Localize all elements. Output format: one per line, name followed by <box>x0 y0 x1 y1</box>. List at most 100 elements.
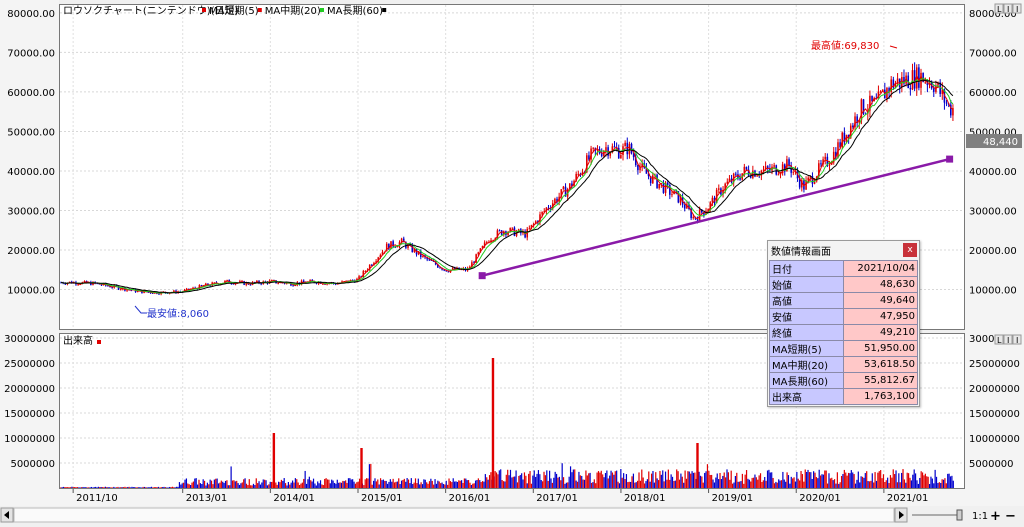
volume-bar <box>803 481 805 488</box>
volume-bar <box>678 479 681 488</box>
horizontal-scrollbar[interactable] <box>13 507 895 523</box>
volume-bar <box>919 477 921 488</box>
volume-bar <box>328 479 330 488</box>
volume-bar <box>477 478 479 488</box>
volume-bar <box>224 480 227 488</box>
volume-bar <box>291 480 294 488</box>
info-row-value: 2021/10/04 <box>843 260 918 277</box>
zoom-out-button[interactable]: − <box>1005 509 1016 524</box>
zoom-slider-thumb[interactable] <box>956 509 963 521</box>
ratio-label[interactable]: 1:1 <box>972 511 988 522</box>
volume-bar <box>792 478 794 488</box>
volume-bar <box>173 487 175 488</box>
volume-bar <box>329 483 331 488</box>
volume-bar <box>240 483 242 488</box>
volume-bar <box>315 485 317 488</box>
volume-bar <box>631 476 633 488</box>
volume-bar <box>887 477 889 488</box>
volume-bar <box>241 482 243 488</box>
volume-bar <box>762 480 764 488</box>
candle-body <box>792 171 795 173</box>
volume-tick-label-right: 10000000 <box>969 434 1020 445</box>
x-tick-label: 2021/01 <box>887 493 929 504</box>
volume-bar <box>708 470 710 488</box>
volume-bar <box>307 479 309 488</box>
volume-bar <box>114 487 116 488</box>
volume-bar <box>135 487 137 488</box>
svg-text:L: L <box>997 5 1002 14</box>
volume-bar <box>723 472 725 488</box>
volume-bar <box>771 472 773 488</box>
candle-body <box>577 173 580 175</box>
volume-bar <box>335 483 337 488</box>
volume-bar <box>539 474 541 488</box>
volume-bar <box>287 482 289 488</box>
volume-bar <box>324 478 326 488</box>
volume-bar <box>115 487 118 488</box>
y-tick-label: 60000.00 <box>7 88 55 99</box>
candle-body <box>683 204 686 209</box>
candle-body <box>541 211 543 215</box>
volume-bar <box>894 474 896 488</box>
volume-bar <box>627 482 629 488</box>
volume-bar <box>322 485 324 488</box>
volume-bar <box>553 477 555 488</box>
trendline-start-handle[interactable] <box>478 272 486 280</box>
volume-bar <box>692 472 695 488</box>
volume-bar <box>550 478 552 488</box>
volume-bar <box>74 487 76 488</box>
volume-bar <box>396 481 398 488</box>
info-window-header[interactable]: 数値情報画面 x <box>768 241 919 259</box>
info-window[interactable]: 数値情報画面 x 日付 2021/10/04 始値 48,630 高値 49,640 安値 4… <box>767 240 920 407</box>
candle-body <box>711 197 714 203</box>
volume-bar <box>454 481 456 488</box>
volume-bar <box>251 485 253 488</box>
candle-body <box>605 147 607 152</box>
volume-bar <box>484 474 486 488</box>
volume-bar <box>473 483 475 488</box>
volume-bar <box>371 484 373 488</box>
volume-bar <box>752 477 755 488</box>
close-button[interactable]: x <box>903 243 917 257</box>
candle-body <box>828 164 831 166</box>
volume-bar <box>650 473 653 488</box>
volume-bar <box>104 486 106 488</box>
volume-bar <box>648 471 650 488</box>
svg-text:I: I <box>1007 336 1009 345</box>
volume-bar <box>310 480 312 488</box>
volume-bar <box>549 470 551 488</box>
volume-bar <box>750 481 752 488</box>
trendline-end-handle[interactable] <box>946 155 954 163</box>
volume-bar <box>181 483 183 488</box>
volume-bar <box>347 478 350 488</box>
volume-bar <box>266 485 269 488</box>
candle-body <box>911 70 914 90</box>
volume-bar <box>623 473 625 488</box>
legend-item-label: MA短期(5) <box>209 4 259 17</box>
volume-bar <box>613 474 615 488</box>
volume-bar <box>108 487 111 488</box>
volume-bar <box>794 481 797 488</box>
volume-bar <box>731 483 734 488</box>
volume-bar <box>343 481 345 488</box>
volume-bar <box>243 479 245 488</box>
volume-bar <box>304 470 306 488</box>
volume-bar <box>582 479 584 488</box>
volume-bar <box>183 482 185 488</box>
volume-bar <box>765 480 767 488</box>
volume-bar <box>903 479 906 488</box>
volume-bar <box>163 486 165 488</box>
volume-bar <box>300 483 302 488</box>
volume-bar <box>153 487 155 488</box>
volume-bar <box>516 482 519 488</box>
volume-bar <box>864 473 866 488</box>
volume-bar <box>838 483 840 488</box>
volume-bar <box>374 478 376 488</box>
volume-bar <box>176 486 178 488</box>
volume-bar <box>852 472 854 488</box>
zoom-in-button[interactable]: + <box>990 509 1001 524</box>
candle-body <box>630 143 633 154</box>
volume-bar <box>660 474 662 488</box>
volume-bar <box>564 483 566 488</box>
volume-bar <box>414 478 417 488</box>
